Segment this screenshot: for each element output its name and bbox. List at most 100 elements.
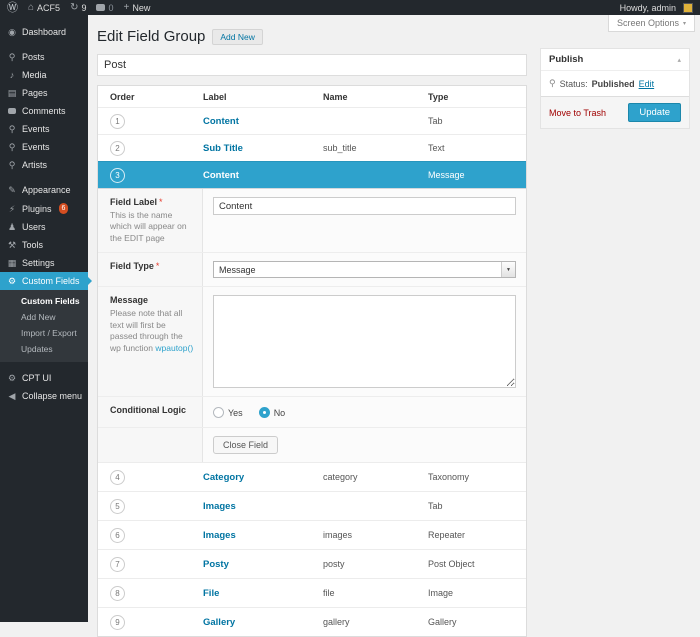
sidebar-item-plugins[interactable]: ⚡ Plugins 6 (0, 199, 88, 218)
pushpin-icon: ⚲ (7, 124, 17, 134)
sidebar-item-label: Events (22, 124, 50, 134)
comments-count: 0 (108, 3, 113, 13)
field-name: sub_title (323, 143, 428, 153)
field-group-title-input[interactable] (97, 54, 527, 76)
sidebar-item-dashboard[interactable]: ◉ Dashboard (0, 23, 88, 41)
wp-logo-menu[interactable]: Ⓦ (7, 3, 18, 13)
status-pin-icon: ⚲ (549, 78, 556, 89)
submenu-item-updates[interactable]: Updates (0, 341, 88, 357)
wordpress-logo-icon: Ⓦ (7, 3, 18, 13)
sidebar-item-posts[interactable]: ⚲ Posts (0, 48, 88, 66)
field-order-handle[interactable]: 9 (110, 615, 125, 630)
edit-status-link[interactable]: Edit (639, 79, 655, 89)
field-label-link[interactable]: Content (203, 170, 323, 181)
sidebar-item-label: Media (22, 70, 47, 80)
updates-menu[interactable]: ↻ 9 (70, 3, 86, 13)
admin-bar: Ⓦ ⌂ ACF5 ↻ 9 0 + New Howdy, admin (0, 0, 700, 15)
collapse-toggle-icon[interactable]: ▴ (677, 56, 681, 64)
field-type: Text (428, 143, 526, 153)
sidebar-item-comments[interactable]: Comments (0, 102, 88, 120)
wpautop-link[interactable]: wpautop() (155, 343, 193, 353)
field-label-link[interactable]: Sub Title (203, 143, 323, 154)
table-row: 5 Images Tab (98, 491, 526, 520)
sidebar-item-tools[interactable]: ⚒ Tools (0, 236, 88, 254)
screen-options-tab[interactable]: Screen Options ▾ (608, 15, 695, 32)
sidebar-item-custom-fields[interactable]: ⚙ Custom Fields (0, 272, 88, 290)
sidebar-item-pages[interactable]: ▤ Pages (0, 84, 88, 102)
update-button[interactable]: Update (628, 103, 681, 122)
sidebar-item-label: Custom Fields (22, 276, 80, 286)
sidebar-item-label: Artists (22, 160, 47, 170)
sidebar-item-events-2[interactable]: ⚲ Events (0, 138, 88, 156)
publish-box-title: Publish (549, 54, 583, 65)
field-label-link[interactable]: Category (203, 472, 323, 483)
howdy-text: Howdy, admin (620, 3, 676, 13)
field-order-handle[interactable]: 6 (110, 528, 125, 543)
field-label-link[interactable]: Images (203, 501, 323, 512)
avatar (683, 3, 693, 13)
field-order-handle[interactable]: 1 (110, 114, 125, 129)
field-label-link[interactable]: Posty (203, 559, 323, 570)
table-row: 7 Posty posty Post Object (98, 549, 526, 578)
updates-icon: ↻ (70, 3, 78, 13)
sidebar-item-collapse-menu[interactable]: ◀ Collapse menu (0, 387, 88, 405)
conditional-logic-no-option[interactable]: No (259, 407, 286, 418)
sidebar-item-label: Settings (22, 258, 55, 268)
updates-count: 9 (81, 3, 86, 13)
settings-icon: ▦ (7, 258, 17, 268)
field-type-select[interactable]: Message ▼ (213, 261, 516, 278)
site-name-menu[interactable]: ⌂ ACF5 (28, 3, 60, 13)
table-row: 4 Category category Taxonomy (98, 462, 526, 491)
users-icon: ♟ (7, 222, 17, 232)
table-row: 8 File file Image (98, 578, 526, 607)
admin-content: Screen Options ▾ Edit Field Group Add Ne… (88, 15, 700, 622)
sidebar-item-media[interactable]: ♪ Media (0, 66, 88, 84)
field-order-handle[interactable]: 3 (110, 168, 125, 183)
sidebar-item-cpt-ui[interactable]: ⚙ CPT UI (0, 369, 88, 387)
field-type-selected-value: Message (214, 265, 256, 275)
field-type-setting-label: Field Type (110, 261, 154, 271)
field-order-handle[interactable]: 8 (110, 586, 125, 601)
fields-table: Order Label Name Type 1 Content Tab 2 Su… (97, 85, 527, 637)
sidebar-item-settings[interactable]: ▦ Settings (0, 254, 88, 272)
field-label-link[interactable]: Gallery (203, 617, 323, 628)
submenu-item-import-export[interactable]: Import / Export (0, 325, 88, 341)
field-label-link[interactable]: Images (203, 530, 323, 541)
comments-menu[interactable]: 0 (96, 3, 113, 13)
site-name: ACF5 (37, 3, 60, 13)
table-row: 2 Sub Title sub_title Text (98, 134, 526, 161)
message-setting-label: Message (110, 295, 148, 305)
sidebar-item-label: Users (22, 222, 46, 232)
field-type: Gallery (428, 617, 526, 627)
field-order-handle[interactable]: 5 (110, 499, 125, 514)
radio-checked-icon[interactable] (259, 407, 270, 418)
field-label-input[interactable] (213, 197, 516, 215)
sidebar-item-users[interactable]: ♟ Users (0, 218, 88, 236)
field-order-handle[interactable]: 2 (110, 141, 125, 156)
status-value: Published (592, 79, 635, 89)
sidebar-item-appearance[interactable]: ✎ Appearance (0, 181, 88, 199)
account-menu[interactable]: Howdy, admin (620, 3, 693, 13)
field-label-link[interactable]: Content (203, 116, 323, 127)
field-order-handle[interactable]: 7 (110, 557, 125, 572)
close-field-button[interactable]: Close Field (213, 436, 278, 454)
submenu-item-add-new[interactable]: Add New (0, 309, 88, 325)
page-title: Edit Field Group (97, 28, 205, 45)
table-row: 6 Images images Repeater (98, 520, 526, 549)
move-to-trash-link[interactable]: Move to Trash (549, 108, 606, 118)
field-type: Image (428, 588, 526, 598)
conditional-logic-yes-option[interactable]: Yes (213, 407, 243, 418)
sidebar-item-label: CPT UI (22, 373, 51, 383)
submenu-item-custom-fields[interactable]: Custom Fields (0, 293, 88, 309)
yes-label: Yes (228, 408, 243, 418)
radio-unchecked-icon[interactable] (213, 407, 224, 418)
new-content-menu[interactable]: + New (123, 3, 150, 13)
add-new-button[interactable]: Add New (212, 29, 263, 45)
message-textarea[interactable] (213, 295, 516, 388)
field-editor: Field Label* This is the name which will… (98, 188, 526, 462)
sidebar-item-events[interactable]: ⚲ Events (0, 120, 88, 138)
field-label-link[interactable]: File (203, 588, 323, 599)
field-order-handle[interactable]: 4 (110, 470, 125, 485)
sidebar-item-artists[interactable]: ⚲ Artists (0, 156, 88, 174)
comments-icon (7, 106, 17, 116)
